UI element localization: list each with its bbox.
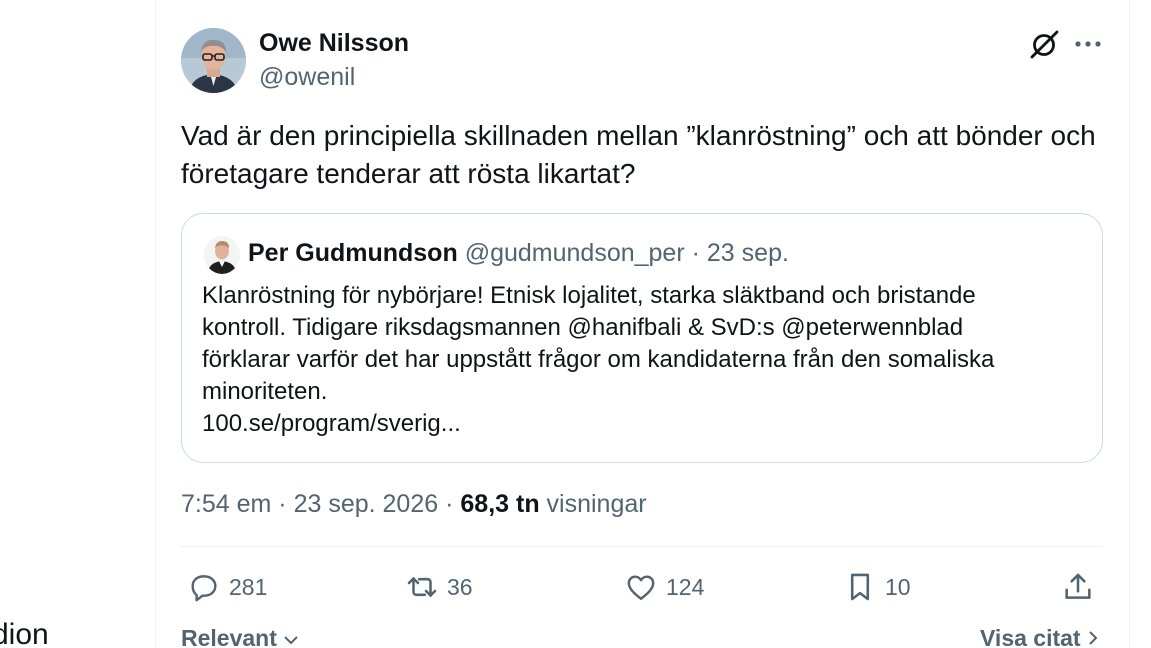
meta-separator: · [278,490,287,518]
quoted-author-handle[interactable]: @gudmundson_per [465,239,685,267]
meta-separator: · [445,490,454,518]
reply-button[interactable]: 281 [187,570,267,604]
heart-icon [627,575,655,600]
chevron-down-icon [284,636,298,645]
chevron-right-icon [1089,631,1098,645]
quoted-text-line: förklarar varför det har uppstått frågor… [202,346,995,373]
sort-relevant-label: Relevant [181,625,277,648]
view-quotes-link[interactable]: Visa citat [980,625,1099,648]
quoted-tweet-card[interactable]: Per Gudmundson @gudmundson_per · 23 sep.… [181,213,1103,463]
author-name[interactable]: Owe Nilsson [259,29,409,58]
tweet-text: Vad är den principiella skillnaden mella… [181,120,1096,189]
views-label: visningar [546,490,647,518]
divider [181,546,1103,547]
repost-count: 36 [447,573,473,600]
view-quotes-label: Visa citat [980,625,1081,648]
views-count: 68,3 tn [460,490,540,518]
quoted-link[interactable]: 100.se/program/sverig... [202,408,1082,440]
quoted-text-line: Klanröstning för nybörjare! Etnisk lojal… [202,282,976,309]
author-avatar[interactable] [181,28,246,93]
quoted-tweet-text: Klanröstning för nybörjare! Etnisk lojal… [202,280,1082,440]
quoted-text-line: kontroll. Tidigare riksdagsmannen @hanif… [202,314,964,341]
more-icon[interactable] [1072,32,1104,56]
repost-icon [407,577,437,597]
quoted-author-name[interactable]: Per Gudmundson [248,239,458,267]
quoted-tweet-header: Per Gudmundson @gudmundson_per · 23 sep. [248,239,789,268]
quoted-separator: · [691,239,700,267]
tweet-detail-page: dion Owe Nilsson @owenil Vad är den prin… [0,0,1151,648]
like-button[interactable]: 124 [624,570,704,604]
column-border-right [1129,0,1130,648]
reply-icon [191,575,217,602]
reply-count: 281 [229,573,268,600]
like-count: 124 [666,573,705,600]
bookmark-icon [850,573,870,601]
tweet-time[interactable]: 7:54 em [181,490,271,518]
sort-relevant-button[interactable]: Relevant [181,625,299,648]
tweet-date[interactable]: 23 sep. 2026 [294,490,439,518]
avatar-image [181,28,246,93]
quoted-avatar-image [204,236,240,274]
bookmark-button[interactable]: 10 [843,570,911,604]
share-button[interactable] [1061,570,1095,604]
tweet-meta: 7:54 em · 23 sep. 2026 · 68,3 tn visning… [181,490,647,519]
share-icon [1065,573,1091,599]
sidebar-partial-text: dion [0,618,49,648]
bookmark-count: 10 [885,573,911,600]
column-border-left [155,0,156,648]
quoted-author-avatar[interactable] [204,236,240,274]
quoted-date[interactable]: 23 sep. [707,239,789,267]
repost-button[interactable]: 36 [405,570,473,604]
grok-icon[interactable] [1028,29,1060,61]
quoted-text-line: minoriteten. [202,378,328,405]
author-handle[interactable]: @owenil [259,63,355,92]
